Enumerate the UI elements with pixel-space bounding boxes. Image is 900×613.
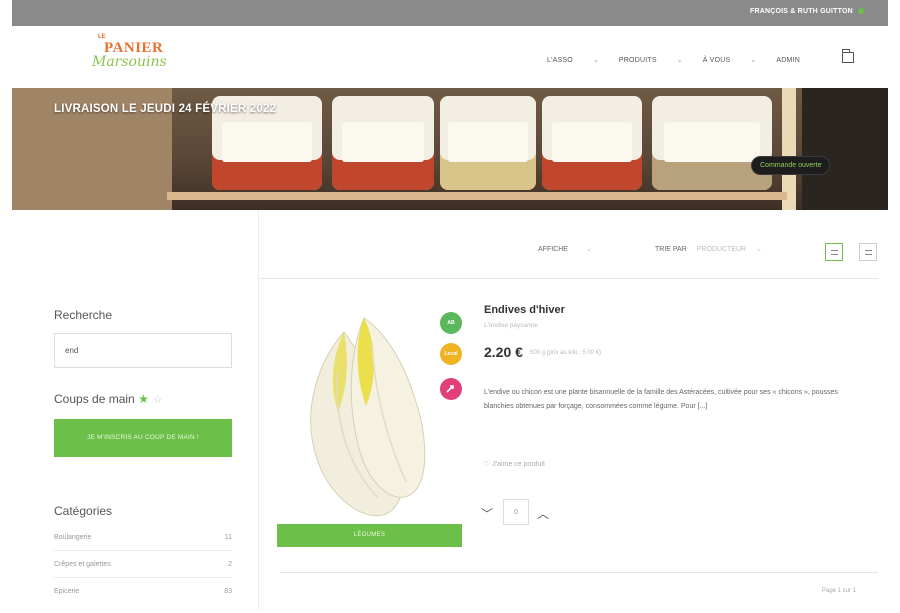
grid-view-button[interactable] — [825, 243, 843, 261]
local-badge: Local — [440, 343, 462, 365]
divider — [280, 572, 878, 573]
nav-item-asso[interactable]: L'ASSO ⌄ — [547, 57, 599, 64]
list-icon — [865, 250, 872, 255]
cart-icon[interactable] — [842, 49, 854, 63]
category-count: 11 — [224, 534, 232, 541]
top-bar: FRANÇOIS & RUTH GUITTON — [12, 0, 888, 26]
sort-label: TRIE PAR — [655, 246, 687, 253]
user-account[interactable]: FRANÇOIS & RUTH GUITTON — [750, 8, 864, 15]
product-image[interactable] — [298, 302, 438, 520]
like-label[interactable]: J'aime ce produit — [492, 461, 545, 468]
site-header: LE PANIER Marsouins L'ASSO ⌄ PRODUITS ⌄ À … — [12, 26, 888, 88]
jar-label — [448, 122, 528, 162]
category-item[interactable]: Epicerie 83 — [54, 588, 232, 595]
chevron-down-icon: ⌄ — [585, 246, 592, 253]
category-item[interactable]: Boulangerie 11 — [54, 534, 232, 541]
banner-image-dark — [802, 88, 888, 210]
search-input[interactable] — [54, 333, 232, 368]
divider — [54, 550, 232, 551]
order-status-badge: Commande ouverte — [751, 156, 831, 175]
category-name[interactable]: Boulangerie — [54, 534, 91, 541]
help-title-row: Coups de main ★ ☆ — [54, 392, 163, 406]
star-filled-icon: ★ — [138, 392, 149, 406]
grid-icon — [831, 250, 838, 255]
increase-quantity-icon[interactable]: ︿ — [536, 505, 550, 522]
category-name[interactable]: Crêpes et galettes — [54, 561, 111, 568]
nav-item-produits[interactable]: PRODUITS ⌄ — [619, 57, 683, 64]
product-description: L'endive ou chicon est une plante bisann… — [484, 389, 838, 410]
chevron-down-icon: ⌄ — [756, 246, 762, 253]
heart-icon: ♡ — [484, 461, 491, 468]
share-icon — [446, 385, 454, 393]
quantity-input[interactable] — [503, 499, 529, 525]
category-item[interactable]: Crêpes et galettes 2 — [54, 561, 232, 568]
chevron-down-icon: ⌄ — [750, 57, 757, 64]
divider — [258, 210, 259, 610]
category-count: 2 — [228, 561, 232, 568]
like-product[interactable]: ♡ J'aime ce produit — [484, 460, 545, 468]
delivery-title: LIVRAISON LE JEUDI 24 FÉVRIER 2022 — [54, 103, 277, 115]
main-nav: L'ASSO ⌄ PRODUITS ⌄ À VOUS ⌄ ADMIN — [547, 56, 818, 64]
decrease-quantity-icon[interactable]: ﹀ — [480, 505, 494, 522]
help-signup-button[interactable]: JE M'INSCRIS AU COUP DE MAIN ! — [54, 419, 232, 457]
category-button[interactable]: LÉGUMES — [277, 524, 462, 547]
product-producer[interactable]: L'endive paysanne — [484, 322, 538, 329]
site-logo[interactable]: LE PANIER Marsouins — [84, 34, 174, 76]
product-unit: 500 g (prix au kilo : 5.00 €) — [530, 350, 602, 356]
chevron-down-icon: ⌄ — [676, 57, 683, 64]
display-label: AFFICHE — [538, 246, 568, 253]
help-title: Coups de main — [54, 392, 135, 406]
delivery-banner: LIVRAISON LE JEUDI 24 FÉVRIER 2022 — [12, 88, 888, 210]
jar-label — [664, 122, 760, 162]
logo-marsouins: Marsouins — [92, 54, 167, 70]
jar-label — [222, 122, 312, 162]
share-badge[interactable] — [440, 378, 462, 400]
category-name[interactable]: Epicerie — [54, 588, 79, 595]
sort-selector[interactable]: TRIE PAR PRODUCTEUR ⌄ — [655, 245, 762, 253]
nav-item-admin[interactable]: ADMIN — [776, 57, 800, 64]
user-status-icon — [858, 8, 864, 15]
jar-label — [342, 122, 424, 162]
jar-label — [552, 122, 632, 162]
product-name[interactable]: Endives d'hiver — [484, 304, 565, 316]
product-price: 2.20 € — [484, 344, 523, 360]
divider — [258, 278, 878, 279]
sort-value[interactable]: PRODUCTEUR — [697, 246, 746, 253]
nav-item-a-vous[interactable]: À VOUS ⌄ — [703, 57, 757, 64]
category-count: 83 — [224, 588, 232, 595]
pagination-label: Page 1 sur 1 — [822, 588, 857, 594]
divider — [54, 577, 232, 578]
categories-title: Catégories — [54, 504, 113, 518]
list-view-button[interactable] — [859, 243, 877, 261]
organic-badge: AB — [440, 312, 462, 334]
user-name[interactable]: FRANÇOIS & RUTH GUITTON — [750, 8, 853, 15]
star-outline-icon[interactable]: ☆ — [153, 394, 163, 406]
display-selector[interactable]: AFFICHE ⌄ — [538, 245, 592, 253]
chevron-down-icon: ⌄ — [592, 57, 599, 64]
search-title: Recherche — [54, 308, 113, 322]
shelf — [167, 192, 787, 200]
